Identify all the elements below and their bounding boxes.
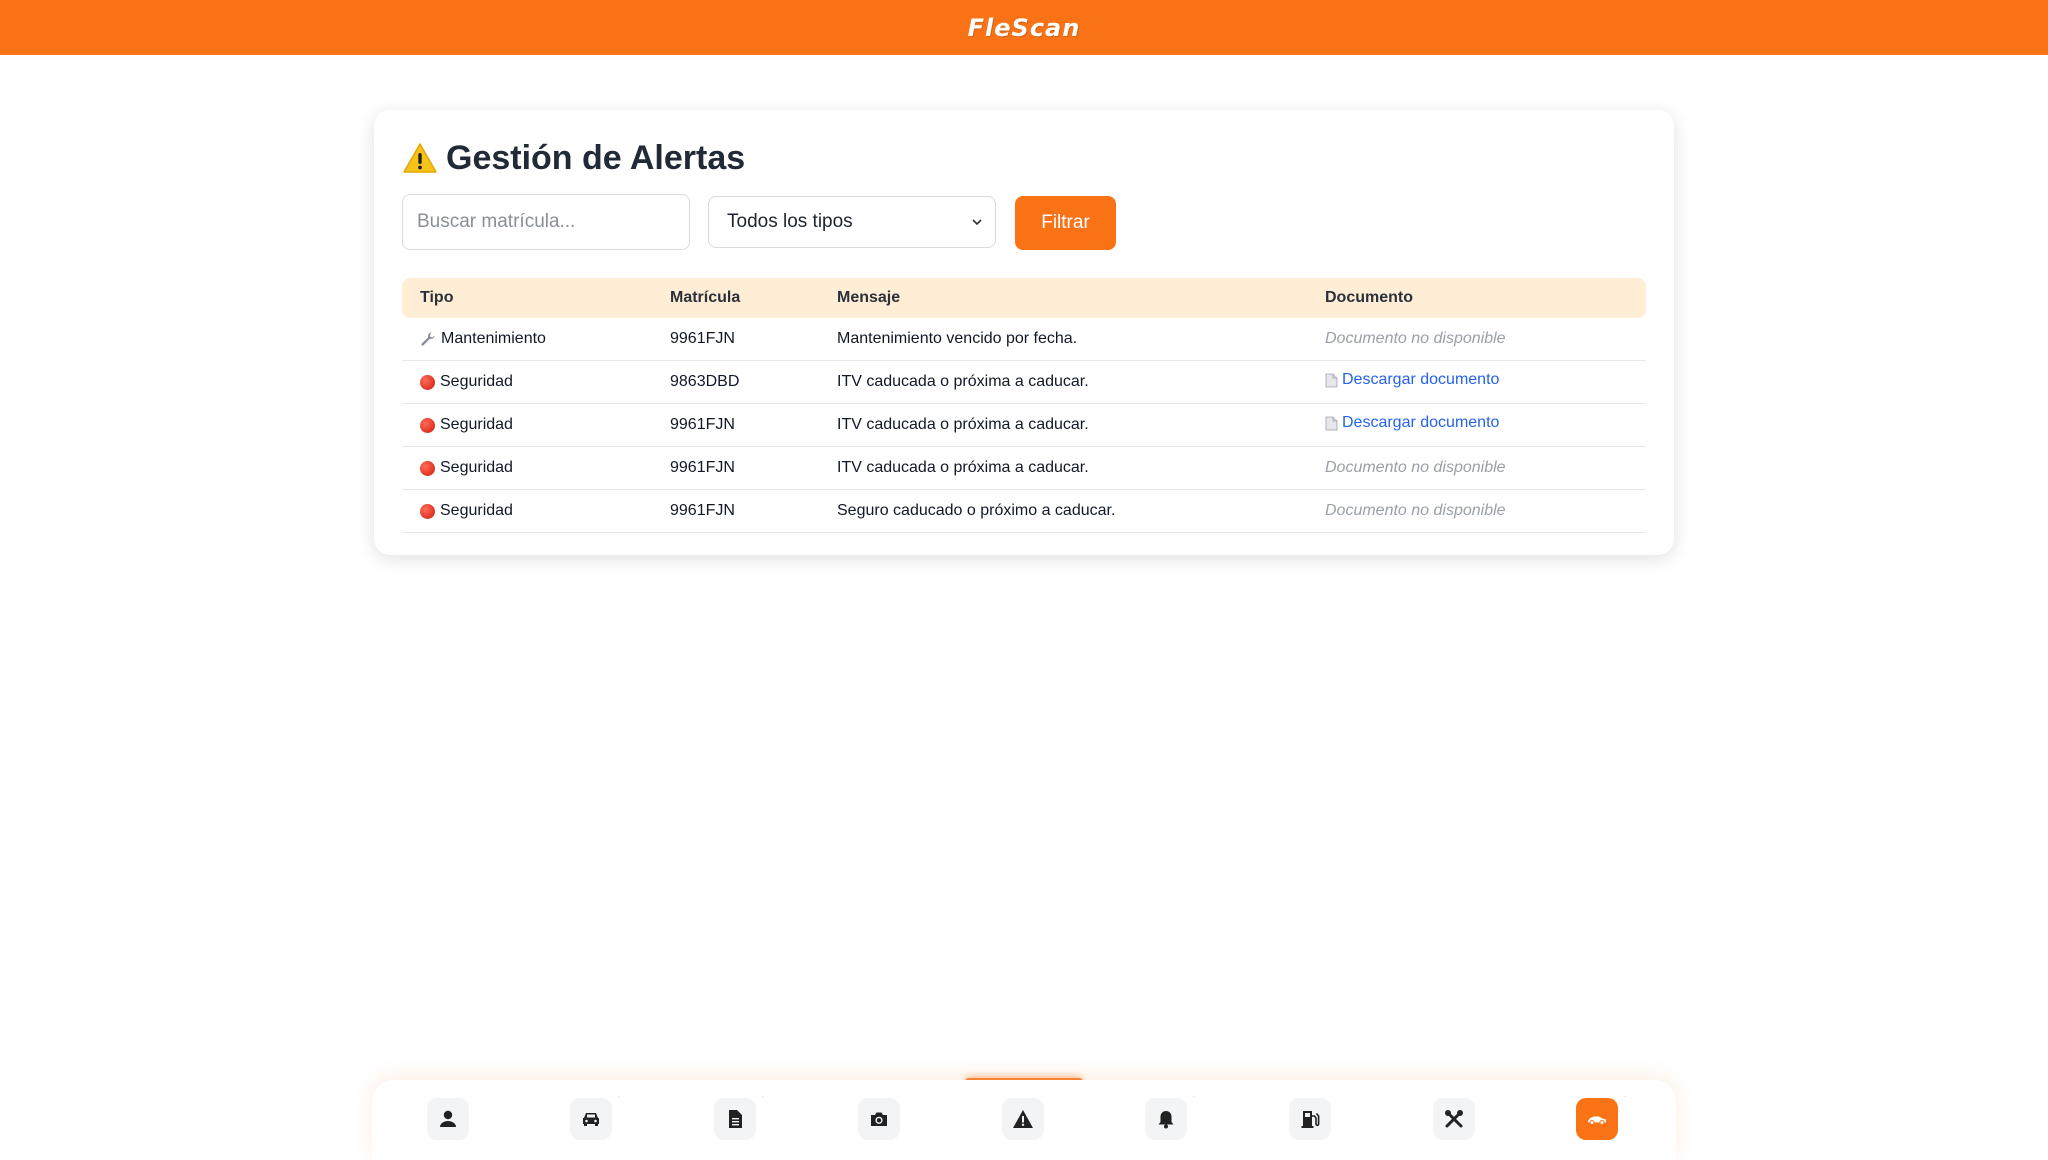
row-message: ITV caducada o próxima a caducar. — [819, 446, 1307, 490]
table-row: Seguridad 9961FJN ITV caducada o próxima… — [402, 446, 1646, 490]
nav-fleet[interactable]: · — [1576, 1094, 1626, 1140]
header-mensaje: Mensaje — [837, 289, 901, 306]
top-bar: FleScan — [0, 0, 2048, 55]
page-icon — [1325, 373, 1338, 388]
filter-button[interactable]: Filtrar — [1015, 196, 1116, 250]
bell-icon — [1158, 1111, 1174, 1129]
table-row: Mantenimiento 9961FJN Mantenimiento venc… — [402, 318, 1646, 361]
row-plate: 9961FJN — [652, 403, 819, 447]
download-document-link[interactable]: Descargar documento — [1325, 371, 1499, 389]
camera-icon — [871, 1112, 887, 1126]
chevron-down-icon — [972, 219, 982, 226]
red-circle-icon — [420, 460, 435, 476]
red-circle-icon — [420, 417, 435, 433]
bottom-nav: · · · · — [372, 1080, 1676, 1160]
nav-documents[interactable]: · — [714, 1094, 764, 1140]
document-unavailable: Documento no disponible — [1325, 459, 1506, 476]
nav-maintenance[interactable] — [1433, 1098, 1475, 1140]
plate-search-input[interactable] — [402, 194, 690, 250]
fuel-pump-icon — [1301, 1111, 1320, 1128]
nav-fuel[interactable] — [1289, 1098, 1331, 1140]
table-row: Seguridad 9961FJN ITV caducada o próxima… — [402, 403, 1646, 447]
nav-profile[interactable] — [427, 1098, 469, 1140]
type-filter-select[interactable]: Todos los tipos — [708, 196, 996, 248]
warning-icon — [403, 143, 437, 173]
page-icon — [1325, 416, 1338, 431]
row-type: Seguridad — [440, 502, 513, 519]
download-document-label: Descargar documento — [1342, 371, 1500, 389]
alerts-card: Gestión de Alertas Todos los tipos Filtr… — [374, 110, 1674, 555]
row-message: ITV caducada o próxima a caducar. — [819, 403, 1307, 447]
brand-logo[interactable]: FleScan — [968, 14, 1081, 42]
nav-camera[interactable] — [858, 1098, 900, 1140]
row-message: ITV caducada o próxima a caducar. — [819, 360, 1307, 404]
row-type: Mantenimiento — [441, 330, 546, 347]
warning-icon — [1013, 1110, 1033, 1128]
nav-notifications[interactable]: · — [1145, 1094, 1195, 1140]
page-title-text: Gestión de Alertas — [446, 138, 746, 177]
table-row: Seguridad 9863DBD ITV caducada o próxima… — [402, 360, 1646, 404]
document-unavailable: Documento no disponible — [1325, 502, 1506, 519]
user-icon — [440, 1110, 456, 1127]
table-row: Seguridad 9961FJN Seguro caducado o próx… — [402, 489, 1646, 533]
download-document-label: Descargar documento — [1342, 414, 1500, 432]
type-filter-value: Todos los tipos — [727, 211, 853, 232]
wrench-icon — [421, 332, 435, 346]
row-plate: 9961FJN — [652, 318, 819, 361]
header-matricula: Matrícula — [670, 289, 741, 306]
document-icon — [729, 1110, 742, 1128]
row-message: Mantenimiento vencido por fecha. — [819, 318, 1307, 361]
red-circle-icon — [420, 503, 435, 519]
tools-icon — [1445, 1110, 1463, 1128]
row-plate: 9961FJN — [652, 489, 819, 533]
row-type: Seguridad — [440, 416, 513, 433]
download-document-link[interactable]: Descargar documento — [1325, 414, 1499, 432]
table-header-row: Tipo Matrícula Mensaje Documento — [402, 278, 1646, 318]
header-tipo: Tipo — [420, 289, 454, 306]
header-documento: Documento — [1325, 289, 1413, 306]
nav-vehicles[interactable]: · — [570, 1094, 620, 1140]
document-unavailable: Documento no disponible — [1325, 330, 1506, 347]
row-message: Seguro caducado o próximo a caducar. — [819, 489, 1307, 533]
page-title: Gestión de Alertas — [402, 128, 745, 188]
row-type: Seguridad — [440, 373, 513, 390]
row-plate: 9863DBD — [652, 360, 819, 404]
red-circle-icon — [420, 374, 435, 390]
row-plate: 9961FJN — [652, 446, 819, 490]
row-type: Seguridad — [440, 459, 513, 476]
nav-alerts[interactable] — [1002, 1098, 1044, 1140]
alerts-table: Tipo Matrícula Mensaje Documento Manteni… — [402, 278, 1646, 533]
car-icon — [583, 1113, 599, 1126]
car-side-icon — [1588, 1116, 1606, 1125]
